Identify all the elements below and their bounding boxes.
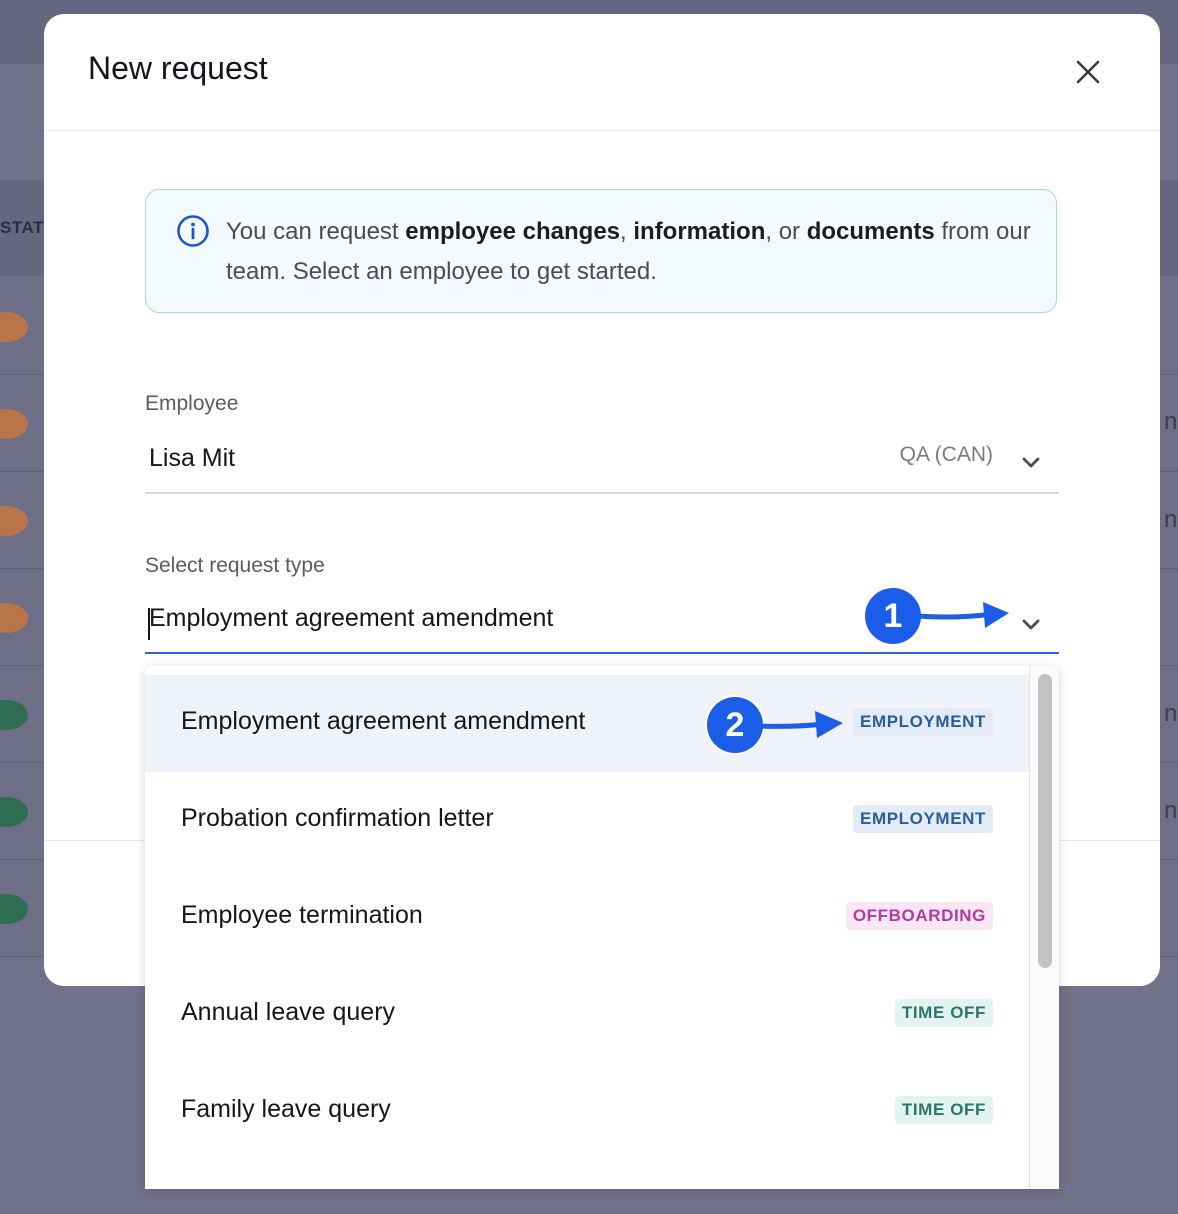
modal-title: New request xyxy=(88,50,268,86)
option-label: Employee termination xyxy=(181,901,423,929)
info-circle-icon xyxy=(177,215,209,247)
category-badge: OFFBOARDING xyxy=(845,902,993,930)
background-cell-fragment: n xyxy=(1164,506,1178,533)
request-type-dropdown: Employment agreement amendment EMPLOYMEN… xyxy=(145,666,1059,1189)
info-banner: You can request employee changes, inform… xyxy=(145,189,1057,313)
scrollbar-thumb[interactable] xyxy=(1038,674,1052,968)
chevron-down-icon xyxy=(1022,457,1040,468)
dropdown-scrollbar[interactable] xyxy=(1029,666,1059,1189)
category-badge: EMPLOYMENT xyxy=(853,708,993,736)
chevron-down-icon[interactable] xyxy=(1019,612,1043,636)
option-label: Annual leave query xyxy=(181,998,396,1026)
background-cell-fragment: n xyxy=(1164,797,1178,824)
request-type-value: Employment agreement amendment xyxy=(149,604,554,632)
employee-select[interactable]: Lisa Mit QA (CAN) xyxy=(145,432,1059,494)
employee-country: QA (CAN) xyxy=(899,443,993,466)
category-badge: TIME OFF xyxy=(894,1096,993,1124)
dropdown-option[interactable]: Employment agreement amendment EMPLOYMEN… xyxy=(145,675,1029,772)
dropdown-option[interactable]: Employee termination OFFBOARDING xyxy=(145,869,1029,966)
background-cell-fragment: n xyxy=(1164,408,1178,435)
annotation-arrow-right-icon xyxy=(915,602,1009,628)
background-cell-fragment: n xyxy=(1164,700,1178,727)
info-banner-text: You can request employee changes, inform… xyxy=(226,218,1031,285)
option-label: Probation confirmation letter xyxy=(181,804,494,832)
dropdown-option[interactable]: Probation confirmation letter EMPLOYMENT xyxy=(145,772,1029,869)
employee-value: Lisa Mit xyxy=(149,444,236,472)
request-type-label: Select request type xyxy=(145,554,325,577)
option-label: Employment agreement amendment xyxy=(181,707,586,735)
category-badge: EMPLOYMENT xyxy=(853,805,993,833)
category-badge: TIME OFF xyxy=(894,999,993,1027)
modal-header: New request xyxy=(44,14,1160,131)
annotation-marker-2: 2 xyxy=(707,697,763,753)
employee-label: Employee xyxy=(145,392,239,415)
close-icon xyxy=(1076,60,1100,84)
dropdown-option[interactable]: Family leave query TIME OFF xyxy=(145,1063,1029,1160)
option-label: Family leave query xyxy=(181,1095,391,1123)
annotation-marker-1: 1 xyxy=(865,588,921,644)
dropdown-option[interactable]: Annual leave query TIME OFF xyxy=(145,966,1029,1063)
close-button[interactable] xyxy=(1066,50,1110,94)
annotation-arrow-right-icon xyxy=(757,711,843,738)
